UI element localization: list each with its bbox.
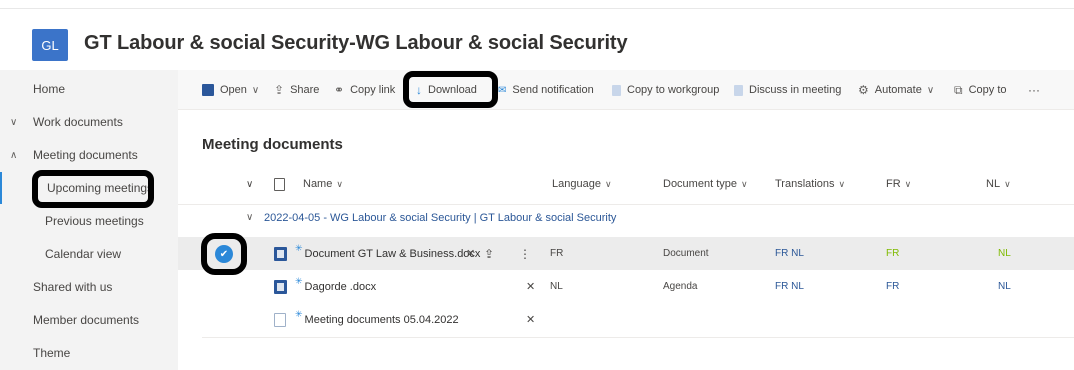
site-header: GL GT Labour & social Security-WG Labour… — [0, 10, 1074, 70]
open-button[interactable]: Open ∨ — [202, 70, 259, 110]
copy-link-button[interactable]: ⚭ Copy link — [334, 70, 395, 110]
chevron-down-icon: ∨ — [604, 178, 612, 189]
automate-button[interactable]: ⚙ Automate ∨ — [858, 70, 934, 110]
group-header[interactable]: ∨ 2022-04-05 - WG Labour & social Securi… — [178, 204, 1074, 232]
command-bar: Open ∨ ⇪ Share ⚭ Copy link ↓ Download ✉ … — [178, 70, 1074, 110]
share-icon[interactable]: ⇪ — [484, 237, 494, 270]
chevron-up-icon[interactable]: ∧ — [10, 150, 17, 161]
document-icon — [612, 84, 621, 96]
chevron-down-icon: ∨ — [740, 178, 748, 189]
sidebar-item-label: Meeting documents — [33, 148, 138, 162]
sidebar-item-shared-with-us[interactable]: Shared with us — [0, 271, 178, 303]
left-navigation: Home ∨ Work documents ∧ Meeting document… — [0, 70, 178, 370]
table-row[interactable]: ✳ Meeting documents 05.04.2022 ✕ — [178, 303, 1074, 336]
sidebar-item-calendar-view[interactable]: Calendar view — [0, 238, 178, 270]
fr-cell[interactable]: FR — [886, 270, 899, 303]
collapse-all-icon[interactable]: ∨ — [246, 168, 253, 200]
sidebar-item-label: Shared with us — [33, 280, 113, 294]
send-notification-button[interactable]: ✉ Send notification — [498, 70, 594, 110]
page-title: Meeting documents — [202, 136, 343, 153]
nl-cell[interactable]: NL — [998, 270, 1011, 303]
site-logo[interactable]: GL — [32, 29, 68, 61]
file-name-link[interactable]: ✳ Document GT Law & Business.docx — [295, 237, 480, 270]
nl-column-header[interactable]: NL ∨ — [986, 168, 1011, 200]
document-type-cell: Document — [663, 248, 709, 259]
sidebar-item-label: Work documents — [33, 115, 123, 129]
document-type-column-header[interactable]: Document type ∨ — [663, 168, 748, 200]
fr-cell[interactable]: FR — [886, 237, 899, 270]
file-icon — [274, 177, 285, 191]
automate-icon: ⚙ — [858, 83, 869, 97]
sidebar-item-label: Theme — [33, 346, 71, 360]
chevron-down-icon: ∨ — [251, 84, 260, 96]
language-cell: FR — [550, 248, 564, 259]
translations-cell[interactable]: FR NL — [775, 270, 804, 303]
group-label: 2022-04-05 - WG Labour & social Security… — [264, 212, 617, 224]
share-button[interactable]: ⇪ Share — [274, 70, 319, 110]
new-item-icon: ✳ — [295, 276, 303, 286]
translations-cell[interactable]: FR NL — [775, 237, 804, 270]
word-icon — [202, 84, 214, 96]
language-column-header[interactable]: Language ∨ — [552, 168, 612, 200]
highlight-download — [403, 71, 498, 108]
file-type-column-header[interactable] — [274, 168, 285, 200]
sidebar-item-label: Member documents — [33, 313, 140, 327]
more-vertical-icon[interactable]: ⋮ — [519, 237, 531, 270]
table-row[interactable]: ✳ Document GT Law & Business.docx ✕ ⇪ ⋮ … — [178, 237, 1074, 270]
word-file-icon — [274, 237, 287, 270]
chevron-down-icon[interactable]: ∨ — [10, 117, 17, 128]
sidebar-item-label: Home — [33, 82, 66, 96]
discuss-in-meeting-button[interactable]: Discuss in meeting — [734, 70, 841, 110]
chevron-down-icon: ∨ — [926, 84, 935, 96]
fr-column-header[interactable]: FR ∨ — [886, 168, 911, 200]
file-name-link[interactable]: ✳ Meeting documents 05.04.2022 — [295, 303, 459, 336]
sidebar-item-label: Previous meetings — [45, 214, 144, 228]
new-item-icon: ✳ — [295, 243, 303, 253]
sidebar-item-work-documents[interactable]: ∨ Work documents — [0, 106, 178, 138]
chevron-down-icon: ∨ — [838, 178, 846, 189]
document-icon — [734, 84, 743, 96]
copy-icon: ⧉ — [954, 82, 963, 97]
more-button[interactable]: ··· — [1028, 70, 1040, 110]
sidebar-item-member-documents[interactable]: Member documents — [0, 304, 178, 336]
chevron-down-icon: ∨ — [1004, 178, 1011, 189]
share-icon: ⇪ — [274, 83, 285, 97]
copy-to-workgroup-button[interactable]: Copy to workgroup — [612, 70, 719, 110]
top-divider — [0, 8, 1074, 9]
sidebar-item-previous-meetings[interactable]: Previous meetings — [0, 205, 178, 237]
sidebar-item-theme[interactable]: Theme — [0, 337, 178, 369]
nl-cell[interactable]: NL — [998, 237, 1011, 270]
generic-file-icon — [274, 303, 286, 336]
mail-icon: ✉ — [498, 84, 507, 96]
name-column-header[interactable]: Name ∨ — [303, 168, 343, 200]
sidebar-item-meeting-documents[interactable]: ∧ Meeting documents — [0, 139, 178, 171]
table-row[interactable]: ✳ Dagorde .docx ✕ NL Agenda FR NL FR NL — [178, 270, 1074, 303]
list-bottom-divider — [202, 337, 1074, 338]
pin-icon[interactable]: ✕ — [466, 237, 475, 270]
chevron-down-icon: ∨ — [904, 178, 912, 189]
pin-icon[interactable]: ✕ — [526, 270, 535, 303]
copy-to-button[interactable]: ⧉ Copy to — [954, 70, 1007, 110]
word-file-icon — [274, 270, 287, 303]
chevron-down-icon[interactable]: ∨ — [246, 212, 253, 223]
language-cell: NL — [550, 281, 563, 292]
highlight-upcoming-meetings — [32, 170, 154, 208]
document-type-cell: Agenda — [663, 281, 698, 292]
file-name-link[interactable]: ✳ Dagorde .docx — [295, 270, 376, 303]
new-item-icon: ✳ — [295, 309, 303, 319]
sidebar-item-home[interactable]: Home — [0, 73, 178, 105]
sidebar-item-label: Calendar view — [45, 247, 122, 261]
site-title[interactable]: GT Labour & social Security-WG Labour & … — [84, 32, 628, 55]
column-headers: ∨ Name ∨ Language ∨ Document type ∨ Tran… — [178, 168, 1074, 200]
pin-icon[interactable]: ✕ — [526, 303, 535, 336]
row-select-check-icon[interactable]: ✔ — [215, 245, 233, 263]
link-icon: ⚭ — [334, 83, 345, 97]
chevron-down-icon: ∨ — [336, 178, 343, 189]
translations-column-header[interactable]: Translations ∨ — [775, 168, 845, 200]
